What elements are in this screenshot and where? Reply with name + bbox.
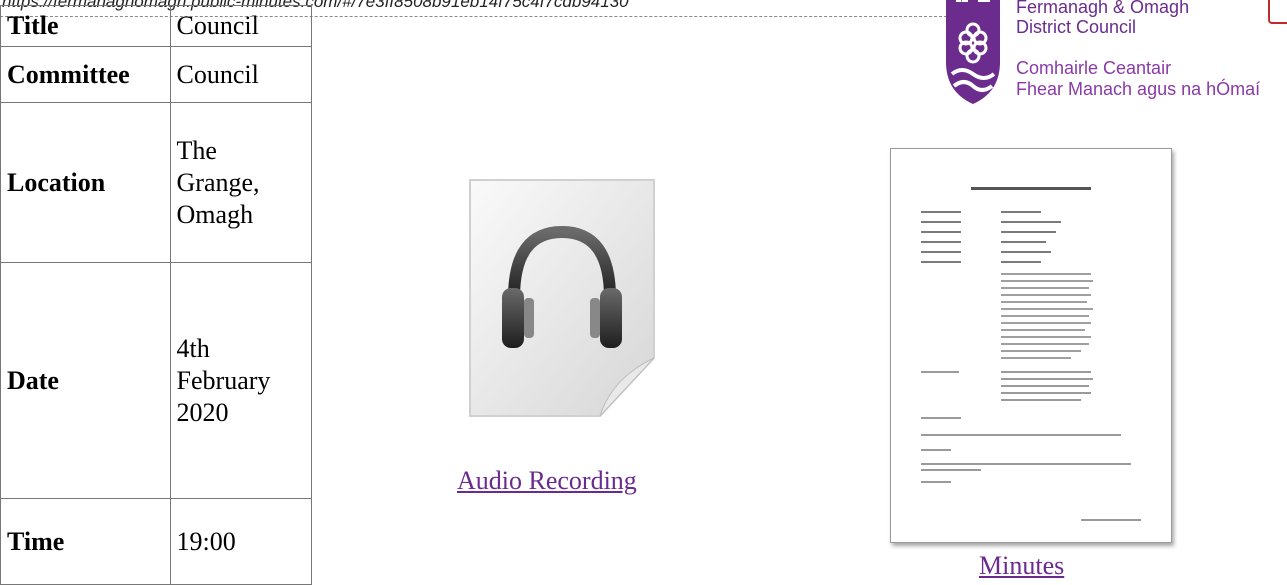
- time-label: Time: [0, 498, 171, 585]
- logo-line: Comhairle Ceantair: [1016, 58, 1172, 78]
- logo-line: District Council: [1016, 17, 1137, 37]
- logo-line: Fermanagh & Omagh: [1016, 0, 1190, 17]
- location-label: Location: [0, 102, 171, 263]
- logo-line: Fhear Manach agus na hÓmaí: [1016, 79, 1261, 99]
- corner-badge: [1268, 0, 1287, 24]
- date-line: 2020: [176, 397, 229, 427]
- title-value: Council: [169, 5, 313, 47]
- committee-label: Committee: [0, 46, 171, 103]
- committee-value: Council: [169, 46, 313, 103]
- headphones-audio-file-icon[interactable]: [432, 148, 700, 460]
- meeting-details-table: Title Council Committee Council Location…: [0, 5, 313, 585]
- title-label: Title: [0, 5, 171, 47]
- time-value: 19:00: [169, 498, 313, 585]
- date-line: February: [176, 365, 271, 395]
- date-value: 4th February 2020: [169, 262, 313, 499]
- table-row: Time 19:00: [0, 498, 313, 585]
- location-line: Omagh: [176, 199, 254, 229]
- location-value: The Grange, Omagh: [169, 102, 313, 263]
- table-row: Committee Council: [0, 46, 313, 103]
- minutes-link[interactable]: Minutes: [979, 551, 1064, 581]
- table-row: Date 4th February 2020: [0, 262, 313, 499]
- date-label: Date: [0, 262, 171, 499]
- location-line: The: [176, 135, 217, 165]
- table-row: Title Council: [0, 5, 313, 47]
- minutes-document-thumbnail[interactable]: [890, 148, 1172, 543]
- date-line: 4th: [176, 333, 210, 363]
- location-line: Grange,: [176, 167, 260, 197]
- audio-recording-link[interactable]: Audio Recording: [457, 466, 637, 496]
- table-row: Location The Grange, Omagh: [0, 102, 313, 263]
- document-lines: [921, 187, 1141, 521]
